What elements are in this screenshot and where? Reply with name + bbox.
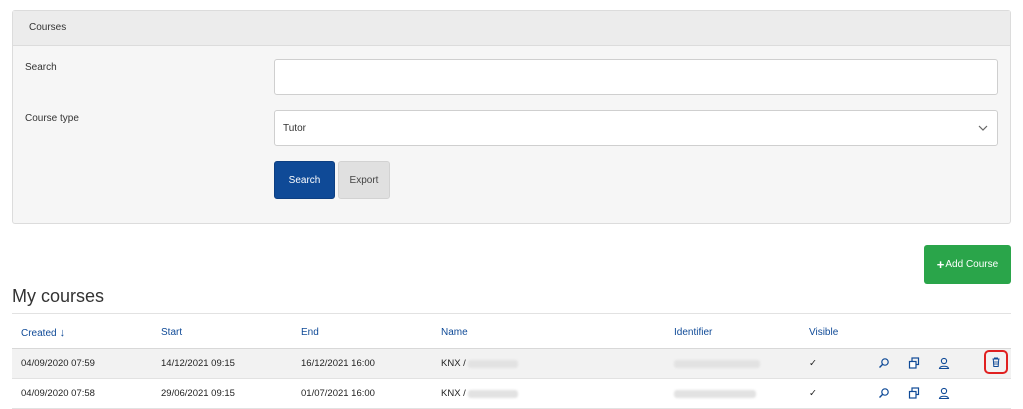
search-button[interactable]: Search bbox=[274, 161, 335, 199]
user-icon[interactable] bbox=[937, 356, 951, 370]
start-cell: 14/12/2021 09:15 bbox=[161, 358, 235, 369]
course-type-label: Course type bbox=[25, 113, 79, 124]
page-title: My courses bbox=[12, 286, 105, 306]
end-cell: 16/12/2021 16:00 bbox=[301, 358, 375, 369]
table-row: 04/09/2020 07:58 29/06/2021 09:15 01/07/… bbox=[12, 379, 1011, 409]
delete-button[interactable] bbox=[984, 350, 1008, 374]
panel-title: Courses bbox=[13, 11, 1010, 46]
name-cell[interactable]: KNX / bbox=[441, 388, 466, 399]
search-label: Search bbox=[25, 62, 57, 73]
column-start[interactable]: Start bbox=[161, 327, 182, 338]
column-created[interactable]: Created ↓ bbox=[21, 327, 65, 339]
column-name[interactable]: Name bbox=[441, 327, 468, 338]
search-icon[interactable] bbox=[877, 386, 891, 400]
redacted-identifier bbox=[674, 390, 756, 398]
name-cell[interactable]: KNX / bbox=[441, 358, 466, 369]
plus-icon: + bbox=[936, 257, 945, 272]
course-type-select[interactable]: Tutor bbox=[274, 110, 998, 146]
redacted-identifier bbox=[674, 360, 760, 368]
table-header: Created ↓ Start End Name Identifier Visib… bbox=[12, 313, 1011, 349]
redacted-name bbox=[468, 390, 518, 398]
course-type-value: Tutor bbox=[283, 123, 306, 134]
end-cell: 01/07/2021 16:00 bbox=[301, 388, 375, 399]
add-course-button[interactable]: + Add Course bbox=[924, 245, 1011, 284]
created-cell: 04/09/2020 07:59 bbox=[21, 358, 95, 369]
copy-icon[interactable] bbox=[907, 386, 921, 400]
export-button[interactable]: Export bbox=[338, 161, 390, 199]
redacted-name bbox=[468, 360, 518, 368]
copy-icon[interactable] bbox=[907, 356, 921, 370]
chevron-down-icon bbox=[978, 125, 988, 131]
visible-check-icon: ✓ bbox=[809, 358, 817, 369]
course-filter-panel: Courses Search Course type Tutor Search … bbox=[12, 10, 1011, 224]
column-end[interactable]: End bbox=[301, 327, 319, 338]
start-cell: 29/06/2021 09:15 bbox=[161, 388, 235, 399]
courses-table: Created ↓ Start End Name Identifier Visib… bbox=[12, 313, 1011, 409]
visible-check-icon: ✓ bbox=[809, 388, 817, 399]
search-icon[interactable] bbox=[877, 356, 891, 370]
column-identifier[interactable]: Identifier bbox=[674, 327, 712, 338]
created-cell: 04/09/2020 07:58 bbox=[21, 388, 95, 399]
sort-down-icon: ↓ bbox=[59, 327, 66, 339]
column-visible[interactable]: Visible bbox=[809, 327, 838, 338]
search-input[interactable] bbox=[274, 59, 998, 95]
table-row: 04/09/2020 07:59 14/12/2021 09:15 16/12/… bbox=[12, 349, 1011, 379]
trash-icon bbox=[992, 357, 1000, 367]
user-icon[interactable] bbox=[937, 386, 951, 400]
add-course-label: Add Course bbox=[945, 259, 999, 270]
